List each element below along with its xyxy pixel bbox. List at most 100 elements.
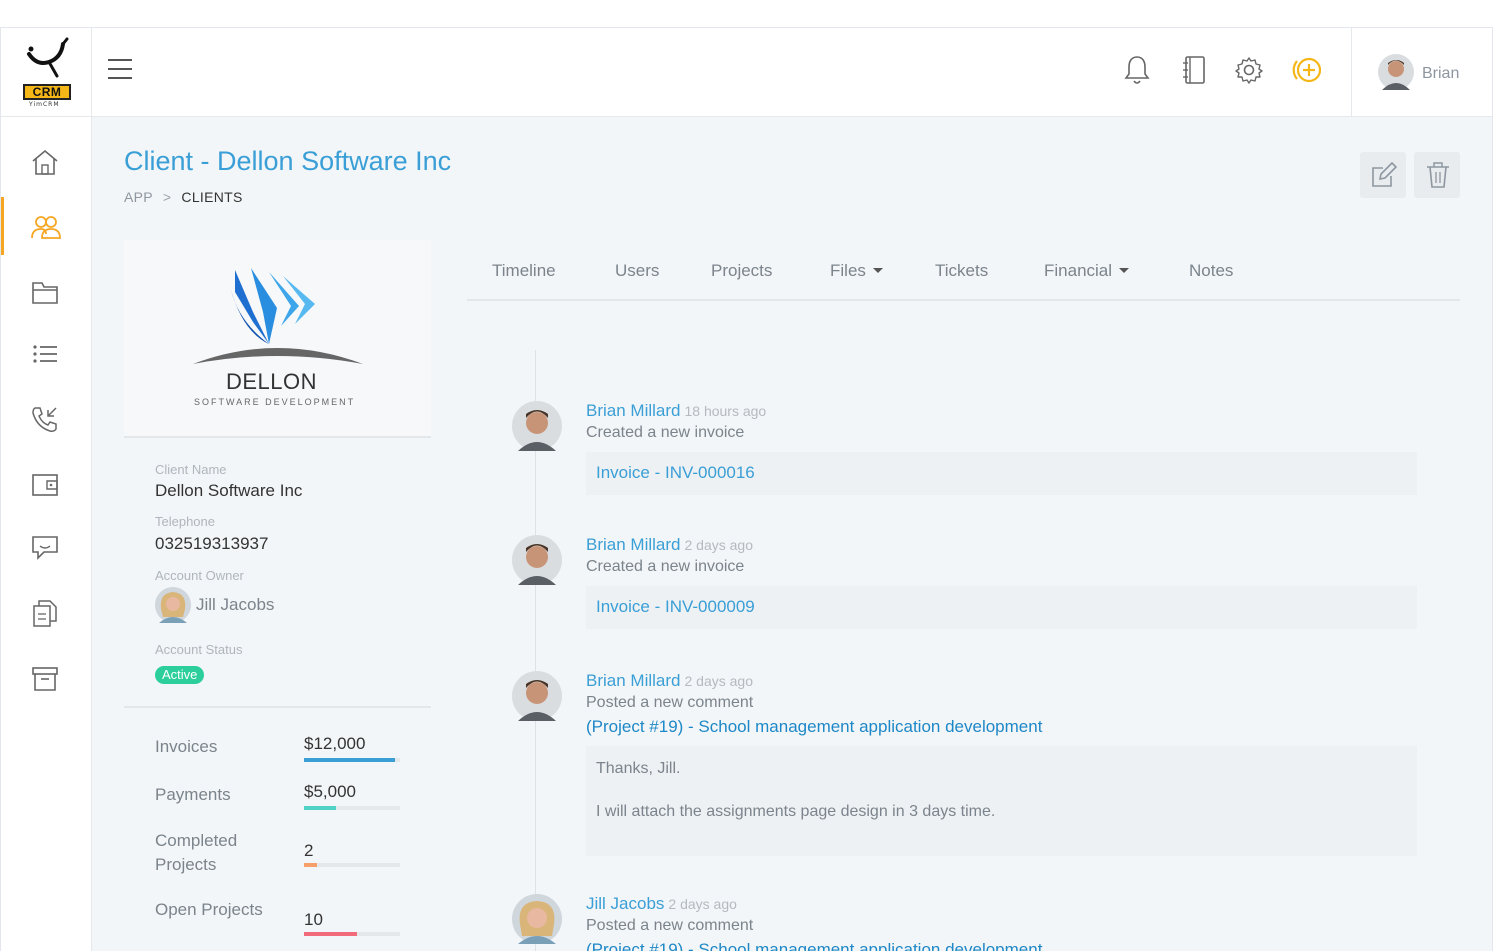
chevron-down-icon [872,268,883,273]
comment-line: Thanks, Jill. [596,760,681,777]
sidebar-item-home[interactable] [1,132,92,190]
timeline-user[interactable]: Brian Millard 2 days ago [586,671,753,691]
divider [124,706,431,708]
client-logo-panel: DELLON SOFTWARE DEVELOPMENT [124,240,431,438]
timeline-link-box: Invoice - INV-000016 [586,452,1417,495]
telephone-value: 032519313937 [155,534,269,553]
avatar[interactable] [512,535,562,585]
users-icon [31,216,61,239]
app-logo[interactable]: CRM YimCRM [1,28,92,117]
avatar[interactable] [512,401,562,451]
timestamp: 2 days ago [684,673,753,689]
chevron-right-icon: > [162,189,172,205]
timeline-action: Posted a new comment [586,917,754,934]
client-card: DELLON SOFTWARE DEVELOPMENT Client Name … [124,240,431,951]
wallet-icon [32,474,58,496]
timestamp: 2 days ago [668,896,737,912]
user-name: Brian [1422,65,1460,82]
logo-text: CRM [23,84,71,100]
folder-icon [32,282,58,304]
stat-bar-invoices [304,758,400,762]
stat-label-payments: Payments [155,785,231,804]
tab-tickets[interactable]: Tickets [935,261,988,281]
sidebar-item-clients[interactable] [1,197,92,255]
account-owner-label: Account Owner [155,568,244,583]
tab-timeline[interactable]: Timeline [492,261,556,281]
tab-users[interactable]: Users [615,261,659,281]
menu-toggle-icon[interactable] [108,59,132,81]
breadcrumb: APP > CLIENTS [124,189,243,205]
chevron-down-icon [1119,268,1130,273]
comment-line: I will attach the assignments page desig… [596,803,996,820]
stat-value-invoices: $12,000 [304,734,366,753]
archive-icon [32,667,58,691]
tab-financial[interactable]: Financial [1044,261,1130,281]
avatar[interactable] [512,894,562,944]
invoice-link[interactable]: Invoice - INV-000009 [596,597,755,617]
sidebar-item-documents[interactable] [1,583,92,641]
client-name-label: Client Name [155,462,227,477]
tab-projects[interactable]: Projects [711,261,772,281]
tab-bar: Timeline Users Projects Files Tickets Fi… [467,240,1460,301]
tab-notes[interactable]: Notes [1189,261,1233,281]
client-name-value: Dellon Software Inc [155,481,303,500]
stat-bar-open-projects [304,932,400,936]
stat-bar-completed-projects [304,863,400,867]
client-details-panel: Timeline Users Projects Files Tickets Fi… [467,240,1460,951]
phone-call-icon [32,407,57,432]
edit-button[interactable] [1360,152,1406,198]
breadcrumb-app[interactable]: APP [124,189,153,205]
gear-icon[interactable] [1234,54,1264,86]
documents-icon [33,600,57,627]
sidebar-item-projects[interactable] [1,262,92,320]
project-link[interactable]: (Project #19) - School management applic… [586,940,1042,951]
account-owner-name[interactable]: Jill Jacobs [196,595,274,615]
trash-icon [1427,162,1449,188]
telephone-label: Telephone [155,514,215,529]
logo-subtext: YimCRM [29,101,60,108]
stat-label-completed-projects: Completed Projects [155,831,238,874]
client-logo-image [193,268,363,364]
avatar [1378,54,1414,90]
stat-value-payments: $5,000 [304,782,356,801]
avatar[interactable] [512,671,562,721]
account-status-label: Account Status [155,642,243,657]
delete-button[interactable] [1414,152,1460,198]
stat-bar-payments [304,806,400,810]
client-logo-name: DELLON [226,369,318,394]
top-bar: CRM YimCRM Brian [1,28,1492,117]
chat-icon [32,536,58,560]
project-link[interactable]: (Project #19) - School management applic… [586,717,1042,737]
sidebar-item-tasks[interactable] [1,324,92,382]
timeline-action: Posted a new comment [586,694,754,711]
home-icon [32,149,58,175]
timeline-user[interactable]: Jill Jacobs 2 days ago [586,894,737,914]
notebook-icon[interactable] [1180,54,1210,86]
timestamp: 18 hours ago [684,403,767,419]
timestamp: 2 days ago [684,537,753,553]
logo-mark-icon [27,37,69,78]
invoice-link[interactable]: Invoice - INV-000016 [596,463,755,483]
list-icon [33,345,57,363]
timeline-user[interactable]: Brian Millard 2 days ago [586,535,753,555]
tab-files[interactable]: Files [830,261,883,281]
comment-box: Thanks, Jill. I will attach the assignme… [586,746,1417,856]
user-menu[interactable]: Brian [1351,28,1492,117]
breadcrumb-clients[interactable]: CLIENTS [181,189,242,205]
stat-value-open-projects: 10 [304,910,323,929]
stat-label-invoices: Invoices [155,737,218,756]
status-badge: Active [155,666,205,684]
sidebar-item-messages[interactable] [1,517,92,575]
timeline-user[interactable]: Brian Millard 18 hours ago [586,401,766,421]
sidebar-item-invoices[interactable] [1,454,92,512]
edit-icon [1372,162,1397,187]
sidebar [1,117,92,951]
timeline-link-box: Invoice - INV-000009 [586,586,1417,629]
add-circle-icon[interactable] [1291,54,1322,86]
stat-label-open-projects: Open Projects [155,900,263,919]
client-logo-tagline: SOFTWARE DEVELOPMENT [194,397,356,407]
sidebar-item-archive[interactable] [1,648,92,706]
sidebar-item-calls[interactable] [1,389,92,447]
bell-icon[interactable] [1122,54,1152,86]
avatar[interactable] [155,587,191,623]
